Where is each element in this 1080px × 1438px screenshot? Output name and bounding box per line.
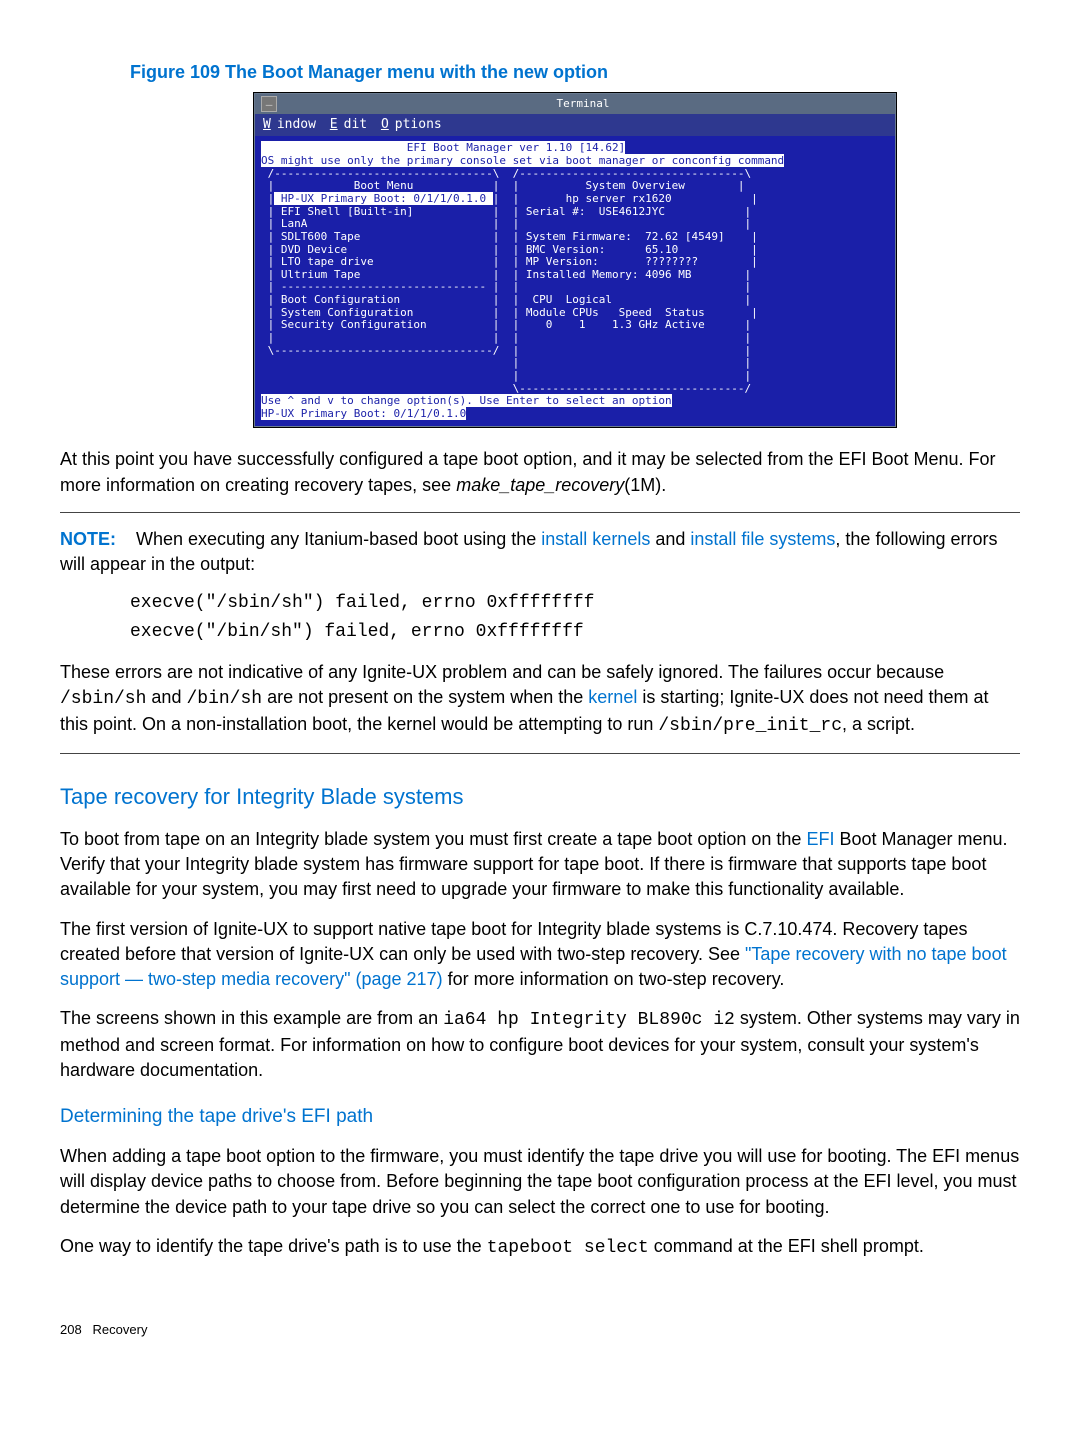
menu-options-u[interactable]: O [381, 117, 389, 132]
sys-cfg[interactable]: System Configuration [274, 306, 413, 319]
boot-item-ultrium[interactable]: Ultrium Tape [274, 268, 360, 281]
boot-item-selected[interactable]: HP-UX Primary Boot: 0/1/1/0.1.0 [274, 192, 493, 205]
menu-edit-u[interactable]: E [330, 117, 338, 132]
link-install-kernels[interactable]: install kernels [541, 529, 650, 549]
menu-window[interactable]: indow [277, 117, 324, 132]
page-number: 208 [60, 1322, 82, 1337]
paragraph-version: The first version of Ignite-UX to suppor… [60, 917, 1020, 993]
manpage-ref: make_tape_recovery [456, 475, 624, 495]
boot-item-efi[interactable]: EFI Shell [Built-in] [274, 205, 413, 218]
note-text-a: When executing any Itanium-based boot us… [136, 529, 541, 549]
note-label: NOTE: [60, 529, 116, 549]
document-page: Figure 109 The Boot Manager menu with th… [0, 0, 1080, 1379]
sys-line-1: Serial #: USE4612JYC [519, 205, 665, 218]
heading-efi-path: Determining the tape drive's EFI path [60, 1104, 1020, 1131]
boot-item-lto[interactable]: LTO tape drive [274, 255, 373, 268]
path-bin-sh: /bin/sh [186, 689, 262, 709]
terminal-title: Terminal [277, 96, 889, 111]
sys-line-6: Installed Memory: 4096 MB [519, 268, 691, 281]
sec-cfg[interactable]: Security Configuration [274, 318, 426, 331]
p4b: for more information on two-step recover… [443, 969, 785, 989]
menu-options[interactable]: ptions [395, 117, 442, 132]
footer-section: Recovery [93, 1322, 148, 1337]
sys-line-10: 0 1 1.3 GHz Active [519, 318, 704, 331]
figure-wrap: — Terminal Window Edit Options EFI Boot … [130, 93, 1020, 427]
hint-line-2: HP-UX Primary Boot: 0/1/1/0.1.0 [261, 407, 466, 420]
paragraph-tapeboot: One way to identify the tape drive's pat… [60, 1234, 1020, 1261]
p5a: The screens shown in this example are fr… [60, 1008, 443, 1028]
boot-item-dvd[interactable]: DVD Device [274, 243, 347, 256]
sys-line-9: Module CPUs Speed Status [519, 306, 704, 319]
note-text-b: and [650, 529, 690, 549]
sys-overview-title: System Overview [519, 179, 685, 192]
p2e: , a script. [842, 714, 915, 734]
sys-line-4: BMC Version: 65.10 [519, 243, 678, 256]
p2c: are not present on the system when the [262, 687, 588, 707]
banner-line-2: OS might use only the primary console se… [261, 154, 784, 167]
system-model: ia64 hp Integrity BL890c i2 [443, 1010, 735, 1030]
paragraph-blade-intro: To boot from tape on an Integrity blade … [60, 827, 1020, 903]
p7b: command at the EFI shell prompt. [649, 1236, 924, 1256]
banner-line-1: EFI Boot Manager ver 1.10 [14.62] [261, 141, 625, 154]
p2b: and [146, 687, 186, 707]
link-efi[interactable]: EFI [806, 829, 834, 849]
boot-item-lana[interactable]: LanA [274, 217, 307, 230]
paragraph-identify: When adding a tape boot option to the fi… [60, 1144, 1020, 1220]
boot-menu-label: Boot Menu [274, 179, 493, 192]
p2a: These errors are not indicative of any I… [60, 662, 944, 682]
link-install-file-systems[interactable]: install file systems [690, 529, 835, 549]
terminal-min-icon[interactable]: — [261, 96, 277, 112]
divider-bottom [60, 753, 1020, 754]
paragraph-screens: The screens shown in this example are fr… [60, 1006, 1020, 1084]
terminal-menubar[interactable]: Window Edit Options [255, 114, 895, 136]
heading-tape-recovery: Tape recovery for Integrity Blade system… [60, 782, 1020, 813]
link-kernel[interactable]: kernel [588, 687, 637, 707]
terminal-window: — Terminal Window Edit Options EFI Boot … [254, 93, 896, 427]
note-block: NOTE: When executing any Itanium-based b… [60, 527, 1020, 577]
terminal-body: EFI Boot Manager ver 1.10 [14.62] OS mig… [255, 136, 895, 426]
boot-cfg[interactable]: Boot Configuration [274, 293, 400, 306]
divider-top [60, 512, 1020, 513]
p3a: To boot from tape on an Integrity blade … [60, 829, 806, 849]
error-output-2: execve("/bin/sh") failed, errno 0xffffff… [130, 620, 1020, 645]
paragraph-success: At this point you have successfully conf… [60, 447, 1020, 497]
sys-line-5: MP Version: ???????? [519, 255, 698, 268]
p1c: (1M). [624, 475, 666, 495]
sys-line-0: hp server rx1620 [519, 192, 671, 205]
sys-line-8: CPU Logical [519, 293, 612, 306]
sys-line-3: System Firmware: 72.62 [4549] [519, 230, 724, 243]
menu-edit[interactable]: dit [344, 117, 375, 132]
menu-window-u[interactable]: W [263, 117, 271, 132]
page-footer: 208 Recovery [60, 1321, 1020, 1339]
figure-caption: Figure 109 The Boot Manager menu with th… [130, 60, 1020, 85]
error-output-1: execve("/sbin/sh") failed, errno 0xfffff… [130, 591, 1020, 616]
p7a: One way to identify the tape drive's pat… [60, 1236, 487, 1256]
cmd-tapeboot-select: tapeboot select [487, 1238, 649, 1258]
boot-item-sdlt[interactable]: SDLT600 Tape [274, 230, 360, 243]
paragraph-errors: These errors are not indicative of any I… [60, 660, 1020, 740]
path-sbin-sh: /sbin/sh [60, 689, 146, 709]
hint-line-1: Use ^ and v to change option(s). Use Ent… [261, 394, 672, 407]
path-pre-init-rc: /sbin/pre_init_rc [658, 716, 842, 736]
terminal-titlebar: — Terminal [255, 94, 895, 114]
